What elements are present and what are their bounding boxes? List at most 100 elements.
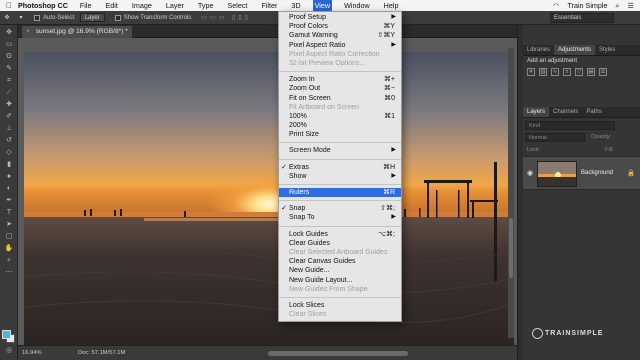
menu-item-200[interactable]: 200%: [279, 121, 401, 130]
menu-view[interactable]: View: [312, 0, 333, 11]
tab-channels[interactable]: Channels: [549, 107, 582, 117]
menu-item-label: Clear Canvas Guides: [289, 258, 356, 266]
levels-icon[interactable]: ▥: [539, 68, 547, 76]
eyedropper-tool-icon[interactable]: ⟋: [4, 89, 14, 97]
auto-select-checkbox[interactable]: [34, 14, 40, 21]
quick-mask-icon[interactable]: ◎: [4, 347, 14, 355]
dodge-tool-icon[interactable]: ◐: [4, 185, 14, 193]
tab-styles[interactable]: Styles: [595, 45, 619, 55]
menu-filter[interactable]: Filter: [259, 0, 279, 11]
menu-item-100[interactable]: 100% ⌘1: [279, 112, 401, 121]
menu-item-new-guide[interactable]: New Guide...: [279, 266, 401, 275]
menu-item-lock-slices[interactable]: Lock Slices: [279, 301, 401, 310]
canvas-area[interactable]: [18, 38, 517, 345]
menu-item-show[interactable]: Show ▶: [279, 172, 401, 181]
blur-tool-icon[interactable]: ●: [4, 173, 14, 181]
menu-item-clear-guides[interactable]: Clear Guides: [279, 239, 401, 248]
layer-filter-kind[interactable]: Kind: [525, 121, 615, 130]
pen-tool-icon[interactable]: ✒: [4, 197, 14, 205]
path-select-tool-icon[interactable]: ➤: [4, 221, 14, 229]
search-icon[interactable]: ⌕: [616, 1, 620, 11]
adjustments-panel-tabs: Libraries Adjustments Styles: [523, 45, 640, 56]
quick-select-tool-icon[interactable]: ✎: [4, 65, 14, 73]
menu-item-proof-setup[interactable]: Proof Setup ▶: [279, 13, 401, 22]
brightness-icon[interactable]: ☀: [527, 68, 535, 76]
user-name[interactable]: Train Simple: [567, 1, 607, 10]
list-icon[interactable]: ☰: [628, 1, 634, 10]
transform-controls-checkbox[interactable]: [114, 14, 121, 21]
healing-tool-icon[interactable]: ✚: [4, 101, 14, 109]
menu-layer[interactable]: Layer: [164, 0, 186, 11]
shape-tool-icon[interactable]: ▢: [4, 233, 14, 241]
menu-edit[interactable]: Edit: [104, 0, 120, 11]
type-tool-icon[interactable]: T: [4, 209, 14, 217]
brush-tool-icon[interactable]: ✐: [4, 113, 14, 121]
color-balance-icon[interactable]: ⚖: [599, 68, 607, 76]
workspace-dropdown[interactable]: Essentials: [550, 13, 614, 23]
tab-adjustments[interactable]: Adjustments: [554, 45, 596, 55]
auto-select-dropdown[interactable]: Layer: [79, 13, 105, 22]
blend-mode-dropdown[interactable]: Normal: [525, 133, 585, 142]
menu-item-screen-mode[interactable]: Screen Mode ▶: [279, 146, 401, 155]
menu-item-label: Gamut Warning: [289, 32, 338, 40]
menu-item-print-size[interactable]: Print Size: [279, 130, 401, 139]
menu-item-rulers[interactable]: Rulers ⌘R: [279, 188, 401, 198]
hand-tool-icon[interactable]: ✋: [4, 245, 14, 253]
curves-icon[interactable]: ∿: [551, 68, 559, 76]
menu-3d[interactable]: 3D: [289, 0, 302, 11]
right-panels: Libraries Adjustments Styles Add an adju…: [523, 25, 640, 360]
gradient-tool-icon[interactable]: ▮: [4, 161, 14, 169]
menu-file[interactable]: File: [78, 0, 94, 11]
align-icons[interactable]: ▭▭▭ ▯▯▯: [201, 14, 251, 21]
menu-item-zoom-out[interactable]: Zoom Out ⌘−: [279, 84, 401, 93]
marquee-tool-icon[interactable]: ▭: [4, 41, 14, 49]
menu-item-new-guide-layout[interactable]: New Guide Layout...: [279, 276, 401, 285]
document-size[interactable]: Doc: 57.1M/57.1M: [78, 350, 125, 356]
move-tool-icon[interactable]: ✥: [4, 29, 14, 37]
menu-help[interactable]: Help: [382, 0, 401, 11]
lasso-tool-icon[interactable]: ʘ: [4, 53, 14, 61]
apple-icon[interactable]: : [0, 1, 18, 10]
menu-item-zoom-in[interactable]: Zoom In ⌘+: [279, 75, 401, 84]
zoom-level[interactable]: 16.94%: [22, 350, 42, 356]
wifi-icon[interactable]: ◠: [553, 1, 559, 10]
horizontal-scrollbar[interactable]: [268, 351, 408, 356]
eye-icon[interactable]: ◉: [527, 169, 533, 177]
menu-window[interactable]: Window: [342, 0, 372, 11]
menu-item-pixel-aspect-ratio[interactable]: Pixel Aspect Ratio ▶: [279, 41, 401, 50]
menu-item-clear-canvas-guides[interactable]: Clear Canvas Guides: [279, 257, 401, 266]
stamp-tool-icon[interactable]: ⊥: [4, 125, 14, 133]
move-tool-icon[interactable]: ✥: [0, 14, 14, 21]
document-tab[interactable]: × sunset.jpg @ 16.9% (RGB/8*) *: [22, 26, 132, 38]
menu-item-snap-to[interactable]: Snap To ▶: [279, 213, 401, 222]
menu-item-proof-colors[interactable]: Proof Colors ⌘Y: [279, 22, 401, 31]
app-name-menu[interactable]: Photoshop CC: [18, 1, 68, 10]
close-icon[interactable]: ×: [26, 28, 30, 35]
menu-item-shortcut: ⇧⌘;: [380, 205, 395, 213]
menu-item-extras[interactable]: ✓ Extras ⌘H: [279, 163, 401, 172]
eraser-tool-icon[interactable]: ◇: [4, 149, 14, 157]
tab-paths[interactable]: Paths: [582, 107, 605, 117]
exposure-icon[interactable]: ±: [563, 68, 571, 76]
tab-layers[interactable]: Layers: [523, 107, 550, 117]
zoom-tool-icon[interactable]: ⌕: [4, 257, 14, 265]
menu-item-lock-guides[interactable]: Lock Guides ⌥⌘;: [279, 230, 401, 239]
foreground-color-swatch[interactable]: [2, 330, 11, 339]
menu-item-snap[interactable]: ✓ Snap ⇧⌘;: [279, 204, 401, 213]
crop-tool-icon[interactable]: ⌗: [4, 77, 14, 85]
menu-type[interactable]: Type: [196, 0, 216, 11]
layer-row-background[interactable]: ◉ Background 🔒: [523, 156, 640, 190]
more-tools-icon[interactable]: ⋯: [4, 269, 14, 277]
menu-item-label: New Guide...: [289, 267, 330, 275]
menu-item-fit-on-screen[interactable]: Fit on Screen ⌘0: [279, 94, 401, 103]
menu-select[interactable]: Select: [225, 0, 249, 11]
tool-preset-dropdown[interactable]: ▾: [14, 14, 28, 21]
hue-icon[interactable]: ▤: [587, 68, 595, 76]
history-brush-tool-icon[interactable]: ↺: [4, 137, 14, 145]
canvas-vertical-scrollbar[interactable]: [508, 48, 514, 338]
vibrance-icon[interactable]: ▽: [575, 68, 583, 76]
menu-item-label: Proof Setup: [289, 14, 326, 21]
menu-image[interactable]: Image: [130, 0, 154, 11]
tab-libraries[interactable]: Libraries: [523, 45, 554, 55]
menu-item-gamut-warning[interactable]: Gamut Warning ⇧⌘Y: [279, 31, 401, 40]
